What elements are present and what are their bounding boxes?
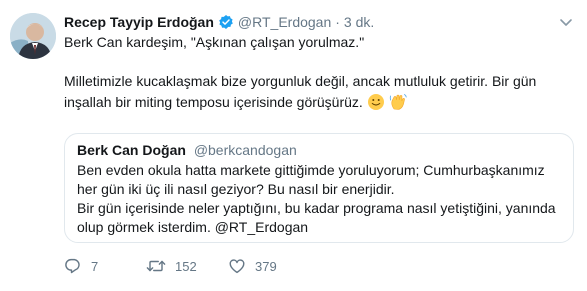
like-button[interactable]: 379 bbox=[228, 257, 277, 275]
tweet-text-line: Berk Can kardeşim, "Aşkınan çalışan yoru… bbox=[64, 34, 365, 50]
quoted-text-line: Bir gün içerisinde neler yaptığını, bu k… bbox=[77, 200, 556, 216]
quoted-author-handle: @berkcandogan bbox=[193, 142, 297, 158]
tweet-text-segment: inşallah bir miting temposu içerisinde g… bbox=[64, 94, 363, 110]
heart-icon bbox=[228, 257, 246, 275]
slightly-smiling-face-icon bbox=[367, 93, 385, 116]
waving-hand-icon bbox=[389, 93, 407, 116]
verified-badge-icon bbox=[218, 14, 234, 30]
tweet-actions: 7 152 379 bbox=[64, 257, 277, 275]
tweet-header: Recep Tayyip Erdoğan @RT_Erdogan · 3 dk. bbox=[64, 13, 374, 31]
quoted-text-line: her gün iki üç ili nasıl geziyor? Bu nas… bbox=[77, 181, 395, 197]
quoted-text-line: Ben evden okula hatta markete gittiğimde… bbox=[77, 162, 545, 178]
tweet-text-line: Milletimizle kucaklaşmak bize yorgunluk … bbox=[64, 73, 537, 89]
retweet-icon bbox=[146, 257, 166, 275]
author-name[interactable]: Recep Tayyip Erdoğan bbox=[64, 13, 214, 31]
like-count: 379 bbox=[255, 258, 277, 274]
reply-icon bbox=[64, 257, 82, 275]
quoted-tweet-header: Berk Can Doğan @berkcandogan bbox=[77, 141, 297, 159]
reply-button[interactable]: 7 bbox=[64, 257, 146, 275]
tweet-text-line: inşallah bir miting temposu içerisinde g… bbox=[64, 92, 407, 116]
tweet[interactable]: Recep Tayyip Erdoğan @RT_Erdogan · 3 dk.… bbox=[0, 0, 587, 291]
author-handle[interactable]: @RT_Erdogan bbox=[238, 13, 331, 31]
quoted-text-line: olup görmek isterdim. @RT_Erdogan bbox=[77, 219, 309, 235]
separator-dot: · bbox=[335, 14, 340, 30]
chevron-down-icon[interactable] bbox=[557, 13, 575, 31]
retweet-count: 152 bbox=[175, 258, 197, 274]
quoted-author-name: Berk Can Doğan bbox=[77, 142, 186, 158]
tweet-timestamp[interactable]: 3 dk. bbox=[344, 13, 374, 31]
retweet-button[interactable]: 152 bbox=[146, 257, 228, 275]
quoted-tweet[interactable]: Berk Can Doğan @berkcandogan Ben evden o… bbox=[64, 133, 574, 243]
avatar[interactable] bbox=[10, 13, 56, 59]
reply-count: 7 bbox=[91, 258, 99, 274]
